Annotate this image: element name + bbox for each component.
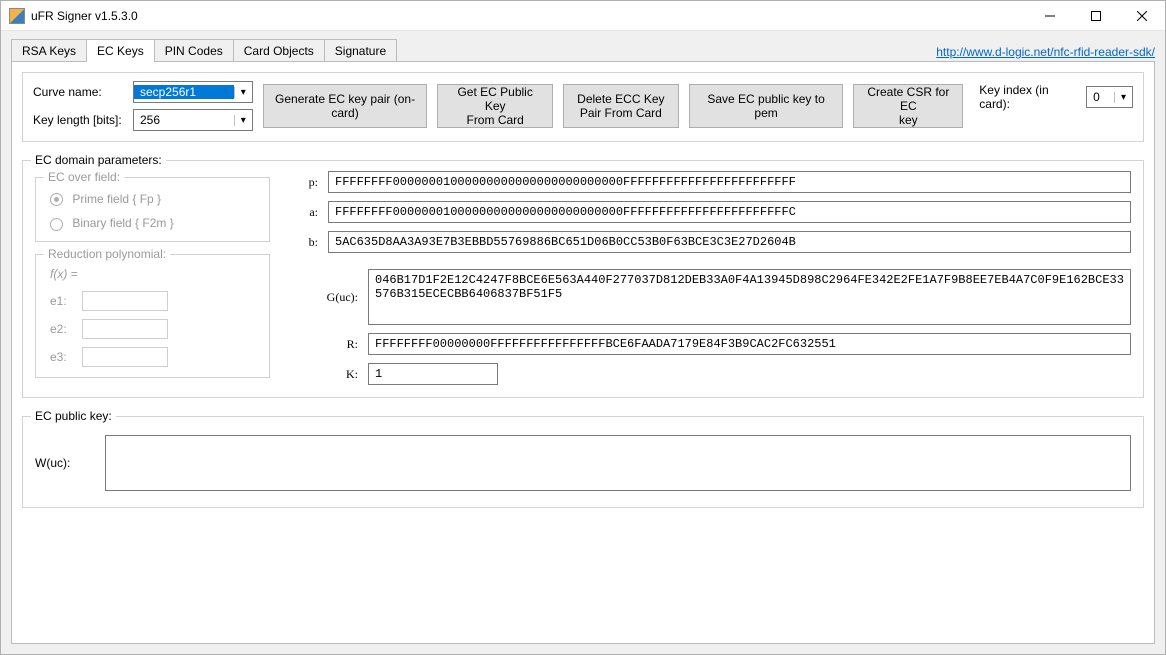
curve-name-combo[interactable]: secp256r1 ▾ [133, 81, 253, 103]
e1-label: e1: [50, 294, 72, 308]
binary-field-label: Binary field { F2m } [72, 216, 173, 230]
create-csr-button[interactable]: Create CSR for EC key [853, 84, 963, 128]
maximize-button[interactable] [1073, 1, 1119, 30]
curve-name-label: Curve name: [33, 85, 125, 99]
e3-input [82, 347, 168, 367]
tab-signature[interactable]: Signature [324, 39, 397, 62]
window-title: uFR Signer v1.5.3.0 [31, 9, 1027, 23]
delete-ecc-keypair-button[interactable]: Delete ECC Key Pair From Card [563, 84, 679, 128]
key-length-value: 256 [134, 113, 234, 127]
tab-card-objects[interactable]: Card Objects [233, 39, 325, 62]
key-length-combo[interactable]: 256 ▾ [133, 109, 253, 131]
b-label: b: [278, 235, 318, 250]
tab-pin-codes[interactable]: PIN Codes [154, 39, 234, 62]
ec-domain-parameters-group: EC domain parameters: EC over field: Pri… [22, 160, 1144, 398]
ec-public-key-legend: EC public key: [31, 409, 116, 423]
chevron-down-icon: ▾ [234, 115, 252, 126]
ec-public-key-group: EC public key: W(uc): [22, 416, 1144, 508]
e2-label: e2: [50, 322, 72, 336]
chevron-down-icon: ▾ [234, 87, 252, 98]
generate-ec-keypair-button[interactable]: Generate EC key pair (on-card) [263, 84, 428, 128]
e2-input [82, 319, 168, 339]
key-index-label: Key index (in card): [979, 83, 1080, 111]
ec-toolbar: Curve name: secp256r1 ▾ Key length [bits… [22, 72, 1144, 142]
w-value[interactable] [105, 435, 1131, 491]
sdk-link[interactable]: http://www.d-logic.net/nfc-rfid-reader-s… [936, 45, 1155, 59]
r-label: R: [318, 337, 358, 352]
key-length-label: Key length [bits]: [33, 113, 125, 127]
sdk-link-container: http://www.d-logic.net/nfc-rfid-reader-s… [936, 45, 1155, 59]
b-value[interactable]: 5AC635D8AA3A93E7B3EBBD55769886BC651D06B0… [328, 231, 1131, 253]
radio-icon [50, 218, 63, 231]
fx-label: f(x) = [50, 267, 259, 281]
radio-icon [50, 193, 63, 206]
prime-field-label: Prime field { Fp } [72, 192, 161, 206]
app-icon [9, 8, 25, 24]
prime-field-radio: Prime field { Fp } [50, 192, 259, 206]
e3-label: e3: [50, 350, 72, 364]
g-value[interactable]: 046B17D1F2E12C4247F8BCE6E563A440F277037D… [368, 269, 1131, 325]
p-value[interactable]: FFFFFFFF00000001000000000000000000000000… [328, 171, 1131, 193]
a-value[interactable]: FFFFFFFF00000001000000000000000000000000… [328, 201, 1131, 223]
r-value[interactable]: FFFFFFFF00000000FFFFFFFFFFFFFFFFBCE6FAAD… [368, 333, 1131, 355]
chevron-down-icon: ▾ [1114, 92, 1132, 103]
a-label: a: [278, 205, 318, 220]
tab-ec-keys[interactable]: EC Keys [86, 39, 155, 62]
tab-page-ec-keys: Curve name: secp256r1 ▾ Key length [bits… [11, 61, 1155, 644]
titlebar: uFR Signer v1.5.3.0 [1, 1, 1165, 31]
app-window: uFR Signer v1.5.3.0 RSA Keys EC Keys PIN… [0, 0, 1166, 655]
ec-over-field-group: EC over field: Prime field { Fp } Binary… [35, 177, 270, 242]
curve-name-value: secp256r1 [134, 85, 234, 99]
tab-rsa-keys[interactable]: RSA Keys [11, 39, 87, 62]
tabstrip-row: RSA Keys EC Keys PIN Codes Card Objects … [11, 39, 1155, 62]
key-index-combo[interactable]: 0 ▾ [1086, 86, 1133, 108]
minimize-button[interactable] [1027, 1, 1073, 30]
k-value[interactable]: 1 [368, 363, 498, 385]
close-button[interactable] [1119, 1, 1165, 30]
reduction-polynomial-group: Reduction polynomial: f(x) = e1: e2: e3: [35, 254, 270, 378]
tabstrip: RSA Keys EC Keys PIN Codes Card Objects … [11, 39, 396, 62]
save-ec-pubkey-pem-button[interactable]: Save EC public key to pem [689, 84, 844, 128]
client-area: RSA Keys EC Keys PIN Codes Card Objects … [1, 31, 1165, 654]
ec-over-field-legend: EC over field: [44, 170, 124, 184]
w-label: W(uc): [35, 456, 95, 470]
k-label: K: [318, 367, 358, 382]
key-index-value: 0 [1087, 90, 1114, 104]
reduction-polynomial-legend: Reduction polynomial: [44, 247, 170, 261]
get-ec-public-key-button[interactable]: Get EC Public Key From Card [437, 84, 553, 128]
g-label: G(uc): [318, 290, 358, 305]
window-controls [1027, 1, 1165, 30]
key-index-group: Key index (in card): 0 ▾ [979, 83, 1133, 111]
curve-selectors: Curve name: secp256r1 ▾ Key length [bits… [33, 81, 253, 131]
binary-field-radio: Binary field { F2m } [50, 216, 259, 230]
e1-input [82, 291, 168, 311]
p-label: p: [278, 175, 318, 190]
ec-domain-parameters-legend: EC domain parameters: [31, 153, 166, 167]
